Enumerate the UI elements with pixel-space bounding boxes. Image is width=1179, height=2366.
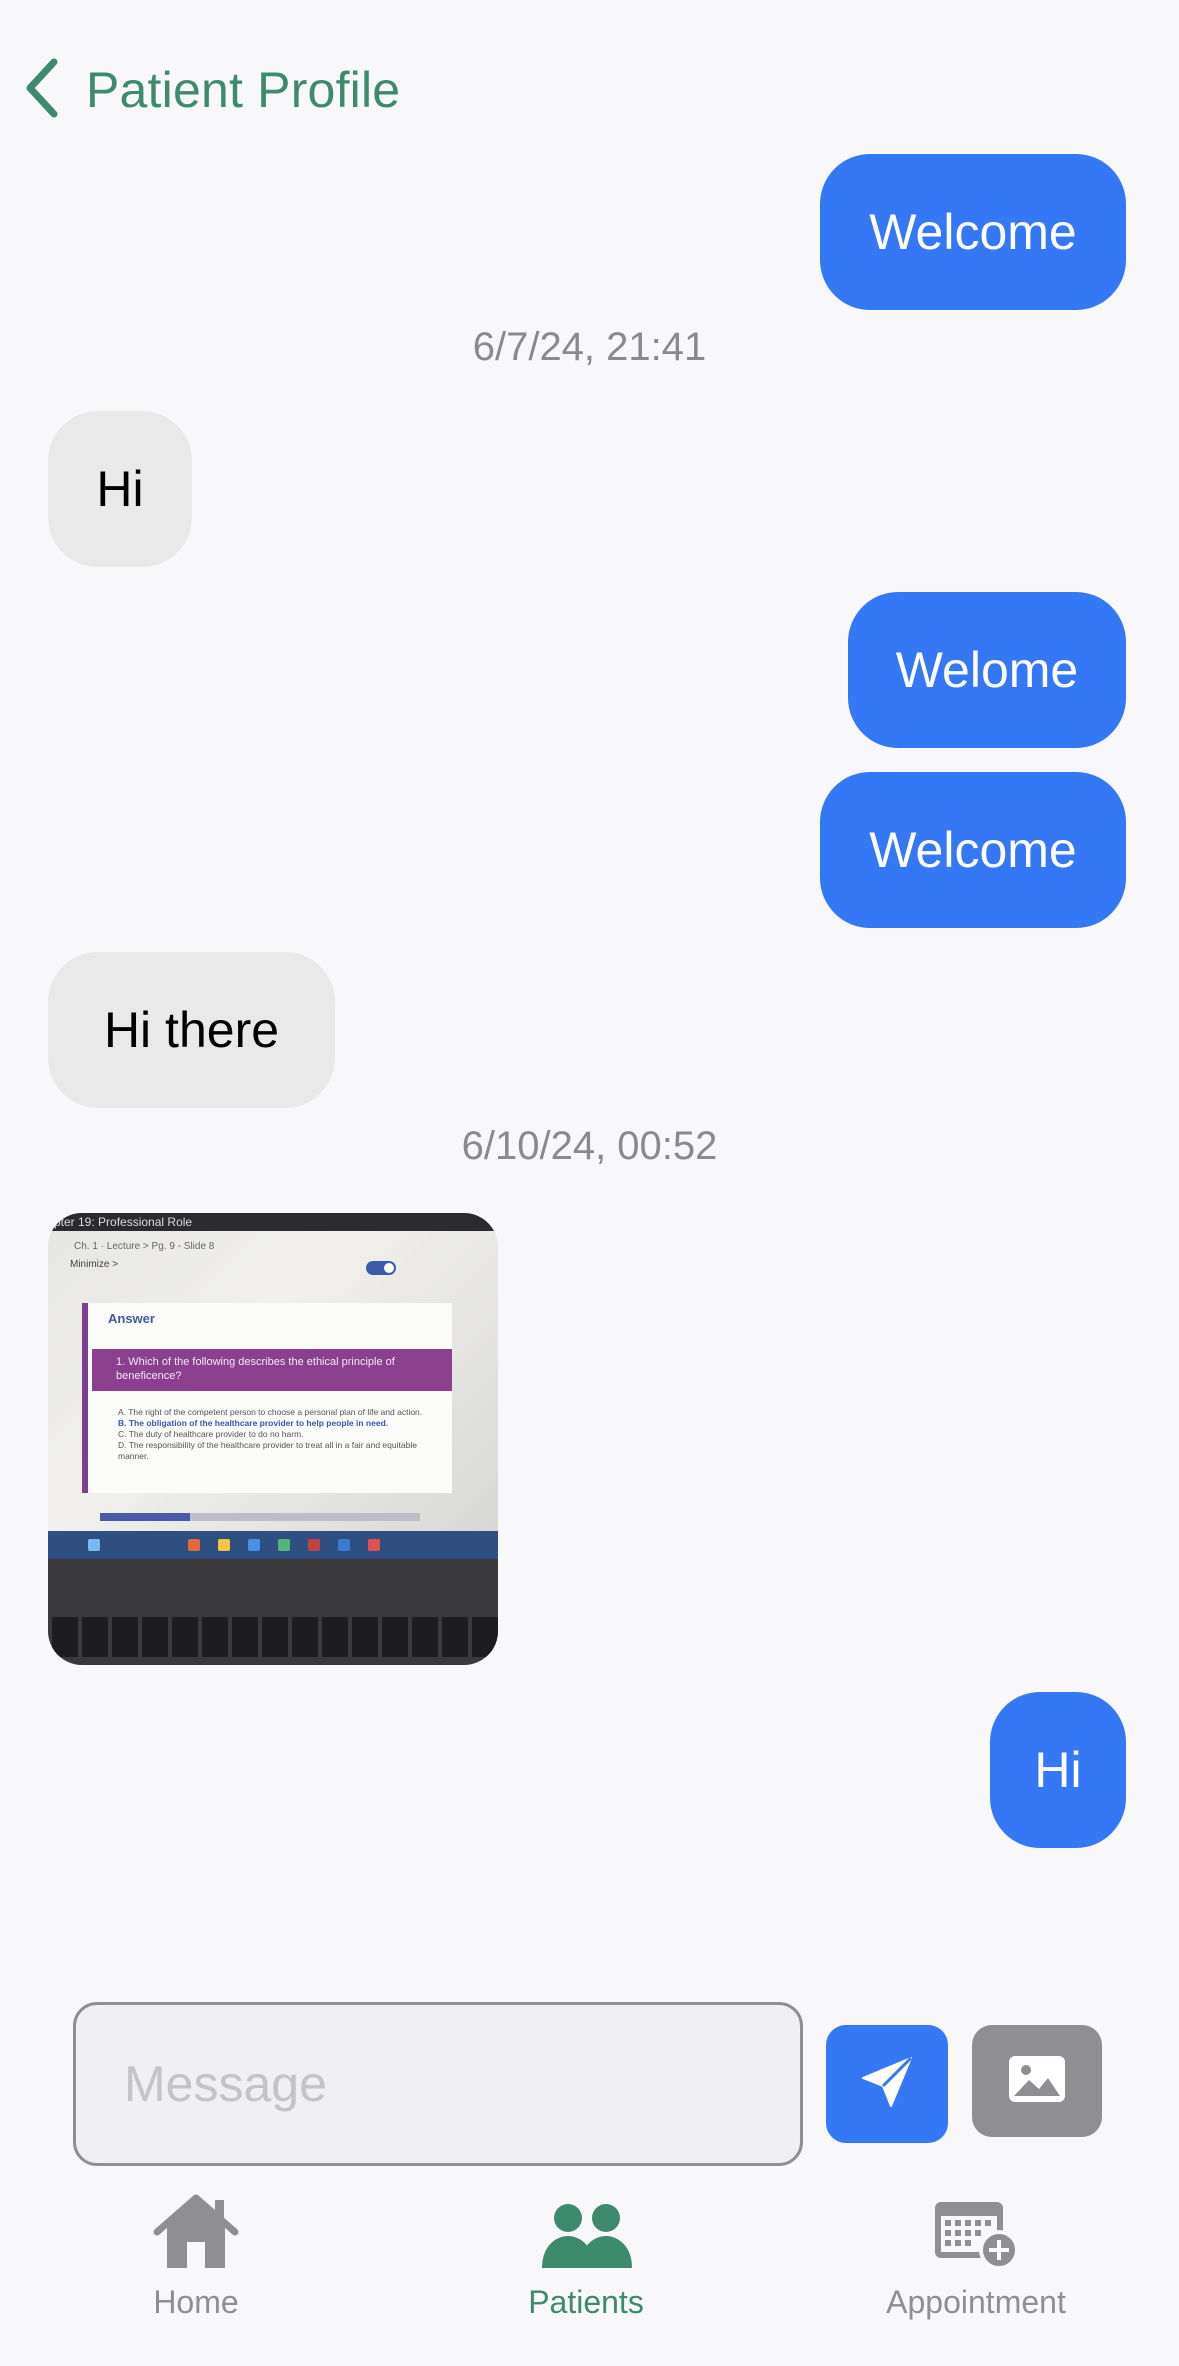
photo-option: D. The responsibility of the healthcare … xyxy=(118,1440,417,1461)
photo-screen: Ch. 1 · Lecture > Pg. 9 - Slide 8 Minimi… xyxy=(48,1231,498,1537)
tab-label: Home xyxy=(153,2284,239,2320)
photo-question: 1. Which of the following describes the … xyxy=(92,1349,452,1391)
photo-taskbar xyxy=(48,1531,498,1559)
photo-breadcrumb: Ch. 1 · Lecture > Pg. 9 - Slide 8 xyxy=(74,1241,215,1252)
image-icon xyxy=(1007,2054,1067,2109)
tab-home[interactable]: Home xyxy=(66,2170,326,2321)
message-text: Welome xyxy=(895,642,1079,698)
photo-keyboard xyxy=(48,1559,498,1665)
message-bubble-outgoing[interactable]: Welcome xyxy=(820,772,1126,928)
send-button[interactable] xyxy=(826,2025,948,2143)
message-text: Hi xyxy=(1034,1742,1082,1798)
chevron-left-icon xyxy=(22,56,64,125)
message-composer[interactable] xyxy=(73,2002,803,2166)
back-label: Patient Profile xyxy=(86,62,401,118)
photo-toggle xyxy=(366,1261,396,1275)
message-bubble-outgoing[interactable]: Welome xyxy=(848,592,1126,748)
photo-answer-card: Answer 1. Which of the following describ… xyxy=(82,1303,452,1493)
nav-header: Patient Profile xyxy=(0,0,1179,160)
tab-patients[interactable]: Patients xyxy=(456,2170,716,2321)
tab-appointment[interactable]: Appointment xyxy=(846,2170,1106,2321)
photo-minimize: Minimize > xyxy=(70,1259,119,1270)
back-button[interactable]: Patient Profile xyxy=(22,55,400,125)
message-text: Hi there xyxy=(103,1002,280,1058)
tab-label: Appointment xyxy=(886,2284,1066,2320)
message-text: Welcome xyxy=(869,822,1077,878)
photo-progress xyxy=(100,1513,420,1521)
timestamp: 6/7/24, 21:41 xyxy=(472,325,707,369)
photo-option: A. The right of the competent person to … xyxy=(118,1407,423,1417)
message-bubble-outgoing[interactable]: Hi xyxy=(990,1692,1126,1848)
message-text: Hi xyxy=(96,461,144,517)
photo-option: B. The obligation of the healthcare prov… xyxy=(118,1418,389,1428)
message-text: Welcome xyxy=(869,204,1077,260)
photo-option: C. The duty of healthcare provider to do… xyxy=(118,1429,304,1439)
timestamp: 6/10/24, 00:52 xyxy=(461,1124,718,1168)
message-bubble-incoming[interactable]: Hi xyxy=(48,411,192,567)
photo-top-bar: pter 19: Professional Role xyxy=(48,1213,498,1231)
attach-image-button[interactable] xyxy=(972,2025,1102,2137)
people-icon xyxy=(456,2170,716,2270)
message-bubble-outgoing[interactable]: Welcome xyxy=(820,154,1126,310)
paper-plane-icon xyxy=(859,2054,915,2115)
message-bubble-incoming[interactable]: Hi there xyxy=(48,952,335,1108)
tab-label: Patients xyxy=(528,2284,644,2320)
photo-options: A. The right of the competent person to … xyxy=(118,1407,448,1462)
image-message[interactable]: pter 19: Professional Role Ch. 1 · Lectu… xyxy=(48,1213,498,1665)
house-icon xyxy=(66,2170,326,2270)
calendar-add-icon xyxy=(846,2170,1106,2270)
message-input[interactable] xyxy=(124,2055,800,2113)
photo-answer-heading: Answer xyxy=(108,1311,155,1326)
